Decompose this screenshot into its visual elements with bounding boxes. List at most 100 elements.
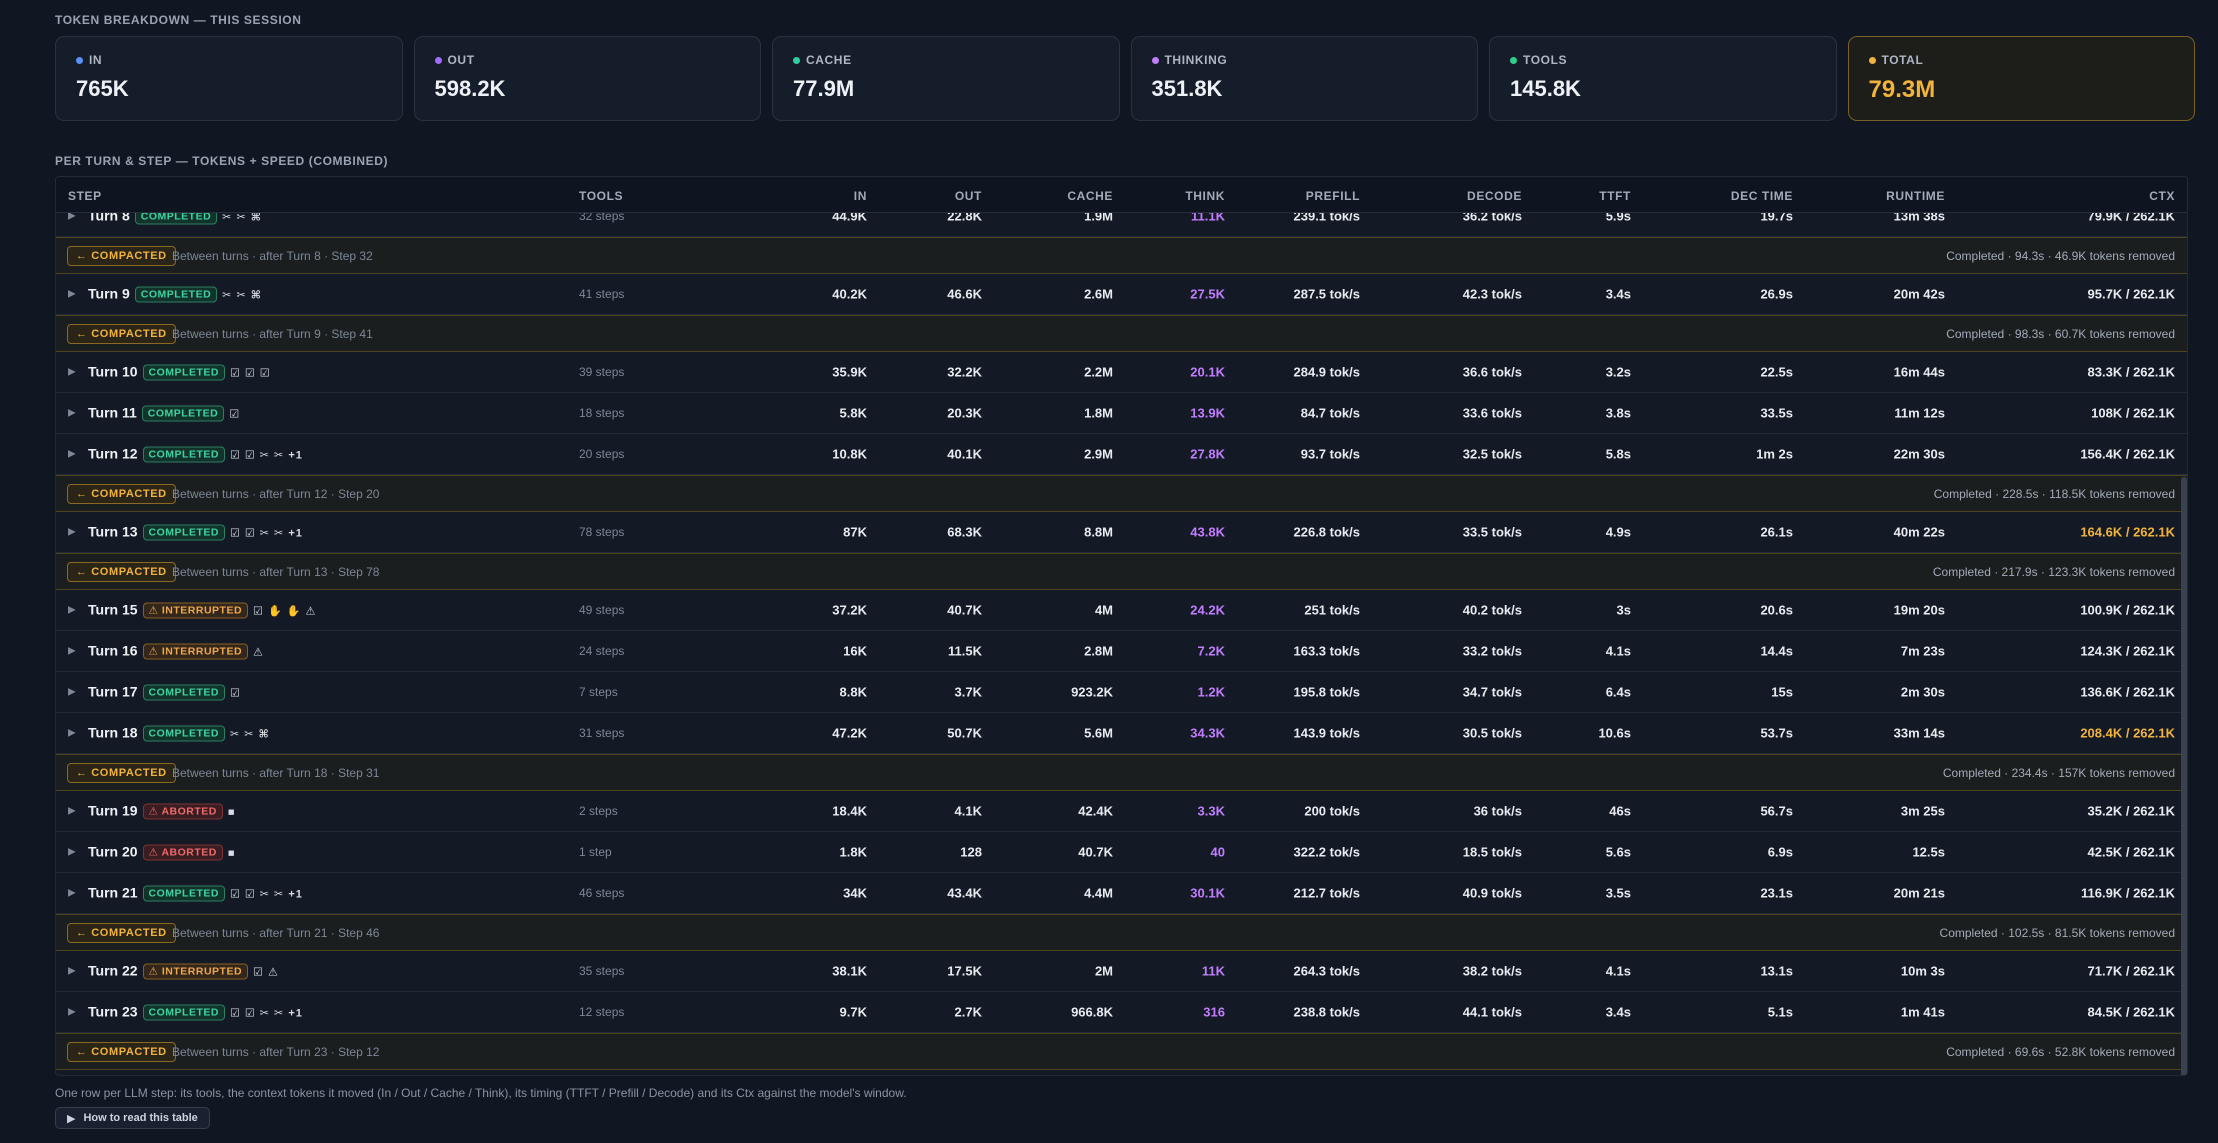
table-row[interactable]: ▶ Turn 10 COMPLETED ☑ ☑ ☑ 39 steps 35.9K 32.2K… bbox=[56, 352, 2187, 393]
turn-cell: Turn 17 COMPLETED ☑ bbox=[88, 684, 241, 701]
cell-think: 27.5K bbox=[1190, 286, 1225, 302]
compacted-row[interactable]: ← COMPACTED Between turns · after Turn 21… bbox=[56, 914, 2187, 951]
table-row[interactable]: ▶ Turn 13 COMPLETED ☑ ☑ ✂ ✂ +1 78 steps 87K 68… bbox=[56, 512, 2187, 553]
expand-arrow-icon[interactable]: ▶ bbox=[68, 449, 76, 460]
table-row[interactable]: ▶ Turn 18 COMPLETED ✂ ✂ ⌘ 31 steps 47.2K 50.7K… bbox=[56, 713, 2187, 754]
compacted-row[interactable]: ← COMPACTED Between turns · after Turn 23… bbox=[56, 1033, 2187, 1070]
turn-name: Turn 18 bbox=[88, 724, 138, 741]
col-out[interactable]: OUT bbox=[955, 189, 982, 203]
col-prefill[interactable]: PREFILL bbox=[1306, 189, 1360, 203]
col-in[interactable]: IN bbox=[854, 189, 867, 203]
tool-icons: ☑ ✋ ✋ ⚠ bbox=[253, 605, 317, 618]
table-row[interactable]: ▶ Turn 20 ⚠ ABORTED ■ 1 step 1.8K 128 40.7K 40 32… bbox=[56, 832, 2187, 873]
expand-arrow-icon[interactable]: ▶ bbox=[68, 966, 76, 977]
table-row[interactable]: ▶ Turn 23 COMPLETED ☑ ☑ ✂ ✂ +1 12 steps 9.7K 2… bbox=[56, 992, 2187, 1033]
expand-arrow-icon[interactable]: ▶ bbox=[68, 605, 76, 616]
expand-arrow-icon[interactable]: ▶ bbox=[68, 1007, 76, 1018]
col-cache[interactable]: CACHE bbox=[1067, 189, 1113, 203]
card-label-text: THINKING bbox=[1164, 53, 1228, 67]
cell-cache: 1.8M bbox=[1084, 405, 1113, 421]
table-row[interactable]: ▶ Turn 16 ⚠ INTERRUPTED ⚠ 24 steps 16K 11.5K 2.… bbox=[56, 631, 2187, 672]
compacted-row[interactable]: ← COMPACTED Between turns · after Turn 12… bbox=[56, 475, 2187, 512]
expand-arrow-icon[interactable]: ▶ bbox=[68, 888, 76, 899]
expand-arrow-icon[interactable]: ▶ bbox=[68, 847, 76, 858]
compacted-result: Completed · 94.3s · 46.9K tokens removed bbox=[1946, 248, 2175, 263]
expand-arrow-icon[interactable]: ▶ bbox=[68, 728, 76, 739]
table-row[interactable]: ▶ Turn 15 ⚠ INTERRUPTED ☑ ✋ ✋ ⚠ 49 steps 37.2… bbox=[56, 590, 2187, 631]
table-scrollbar[interactable] bbox=[2181, 477, 2187, 1075]
col-tools[interactable]: TOOLS bbox=[579, 189, 623, 203]
tool-icons: ☑ ⚠ bbox=[253, 966, 279, 979]
cell-ctx: 100.9K / 262.1K bbox=[2080, 602, 2175, 618]
table-row[interactable]: ▶ Turn 11 COMPLETED ☑ 18 steps 5.8K 20.3K 1.8M 1… bbox=[56, 393, 2187, 434]
cell-dec-time: 23.1s bbox=[1760, 885, 1793, 901]
col-dec-time[interactable]: DEC TIME bbox=[1731, 189, 1793, 203]
cell-dec-time: 33.5s bbox=[1760, 405, 1793, 421]
compacted-row[interactable]: ← COMPACTED Between turns · after Turn 18… bbox=[56, 754, 2187, 791]
status-badge: ⚠ INTERRUPTED bbox=[142, 602, 249, 619]
status-badge: COMPLETED bbox=[142, 1004, 225, 1021]
cell-cache: 42.4K bbox=[1078, 803, 1113, 819]
table-row[interactable]: ▶ Turn 17 COMPLETED ☑ 7 steps 8.8K 3.7K 923.2K 1… bbox=[56, 672, 2187, 713]
cell-ttft: 3.4s bbox=[1605, 286, 1631, 302]
col-ttft[interactable]: TTFT bbox=[1599, 189, 1631, 203]
cell-in: 38.1K bbox=[832, 963, 867, 979]
expand-arrow-icon[interactable]: ▶ bbox=[68, 289, 76, 300]
cell-prefill: 238.8 tok/s bbox=[1293, 1004, 1361, 1020]
turn-name: Turn 22 bbox=[88, 962, 138, 979]
table-row[interactable]: ▶ Turn 19 ⚠ ABORTED ■ 2 steps 18.4K 4.1K 42.4K 3… bbox=[56, 791, 2187, 832]
card-label: TOTAL bbox=[1868, 53, 2175, 67]
cell-prefill: 200 tok/s bbox=[1304, 803, 1360, 819]
cell-ttft: 3.4s bbox=[1605, 1004, 1631, 1020]
cell-decode: 33.5 tok/s bbox=[1462, 524, 1522, 540]
turn-name: Turn 19 bbox=[88, 802, 138, 819]
cell-think: 40 bbox=[1210, 844, 1225, 860]
cell-prefill: 264.3 tok/s bbox=[1293, 963, 1361, 979]
cell-out: 43.4K bbox=[947, 885, 982, 901]
col-decode[interactable]: DECODE bbox=[1467, 189, 1522, 203]
col-think[interactable]: THINK bbox=[1185, 189, 1225, 203]
expand-arrow-icon[interactable]: ▶ bbox=[68, 806, 76, 817]
cell-in: 16K bbox=[843, 643, 867, 659]
cell-runtime: 20m 21s bbox=[1893, 885, 1945, 901]
dot-icon bbox=[1868, 56, 1876, 64]
expand-arrow-icon[interactable]: ▶ bbox=[68, 646, 76, 657]
cell-decode: 44.1 tok/s bbox=[1462, 1004, 1522, 1020]
compacted-row[interactable]: ← COMPACTED Between turns · after Turn 13… bbox=[56, 553, 2187, 590]
table-row[interactable]: ▶ Turn 9 COMPLETED ✂ ✂ ⌘ 41 steps 40.2K 46.6K 2… bbox=[56, 274, 2187, 315]
steps-count: 2 steps bbox=[579, 804, 618, 818]
cell-cache: 2.8M bbox=[1084, 643, 1113, 659]
how-to-read-button[interactable]: ▶ How to read this table bbox=[55, 1107, 210, 1129]
cell-think: 316 bbox=[1203, 1004, 1225, 1020]
compacted-row[interactable]: ← COMPACTED Between turns · after Turn 8 … bbox=[56, 237, 2187, 274]
col-runtime[interactable]: RUNTIME bbox=[1886, 189, 1945, 203]
turn-name: Turn 10 bbox=[88, 363, 138, 380]
compacted-desc: Between turns · after Turn 23 · Step 12 bbox=[172, 1044, 380, 1059]
cell-out: 2.7K bbox=[954, 1004, 982, 1020]
col-ctx[interactable]: CTX bbox=[2149, 189, 2175, 203]
table-header: STEP TOOLS IN OUT CACHE THINK PREFILL DE… bbox=[56, 177, 2187, 213]
card-label: THINKING bbox=[1151, 53, 1458, 67]
expand-arrow-icon[interactable]: ▶ bbox=[68, 687, 76, 698]
status-badge: COMPLETED bbox=[142, 524, 225, 541]
token-cards: IN 765K OUT 598.2K CACHE 77.9M THINKING 351.8K T… bbox=[55, 36, 2195, 121]
cell-ttft: 5.8s bbox=[1605, 446, 1631, 462]
table-row[interactable]: ▶ Turn 12 COMPLETED ☑ ☑ ✂ ✂ +1 20 steps 10.8K… bbox=[56, 434, 2187, 475]
expand-arrow-icon[interactable]: ▶ bbox=[68, 367, 76, 378]
col-step[interactable]: STEP bbox=[68, 189, 102, 203]
table-row[interactable]: ▶ Turn 21 COMPLETED ☑ ☑ ✂ ✂ +1 46 steps 34K 43… bbox=[56, 873, 2187, 914]
cell-decode: 32.5 tok/s bbox=[1462, 446, 1522, 462]
cell-ctx: 84.5K / 262.1K bbox=[2087, 1004, 2175, 1020]
steps-count: 39 steps bbox=[579, 365, 625, 379]
expand-arrow-icon[interactable]: ▶ bbox=[68, 408, 76, 419]
turn-name: Turn 15 bbox=[88, 601, 138, 618]
compacted-row[interactable]: ← COMPACTED Between turns · after Turn 9 … bbox=[56, 315, 2187, 352]
cell-cache: 2.2M bbox=[1084, 364, 1113, 380]
table-row[interactable]: ▶ Turn 22 ⚠ INTERRUPTED ☑ ⚠ 35 steps 38.1K 17.… bbox=[56, 951, 2187, 992]
status-badge: COMPLETED bbox=[142, 885, 225, 902]
card-tools: TOOLS 145.8K bbox=[1489, 36, 1837, 121]
cell-cache: 2M bbox=[1094, 963, 1113, 979]
steps-count: 41 steps bbox=[579, 287, 625, 301]
tool-icons: ■ bbox=[227, 847, 236, 860]
expand-arrow-icon[interactable]: ▶ bbox=[68, 527, 76, 538]
